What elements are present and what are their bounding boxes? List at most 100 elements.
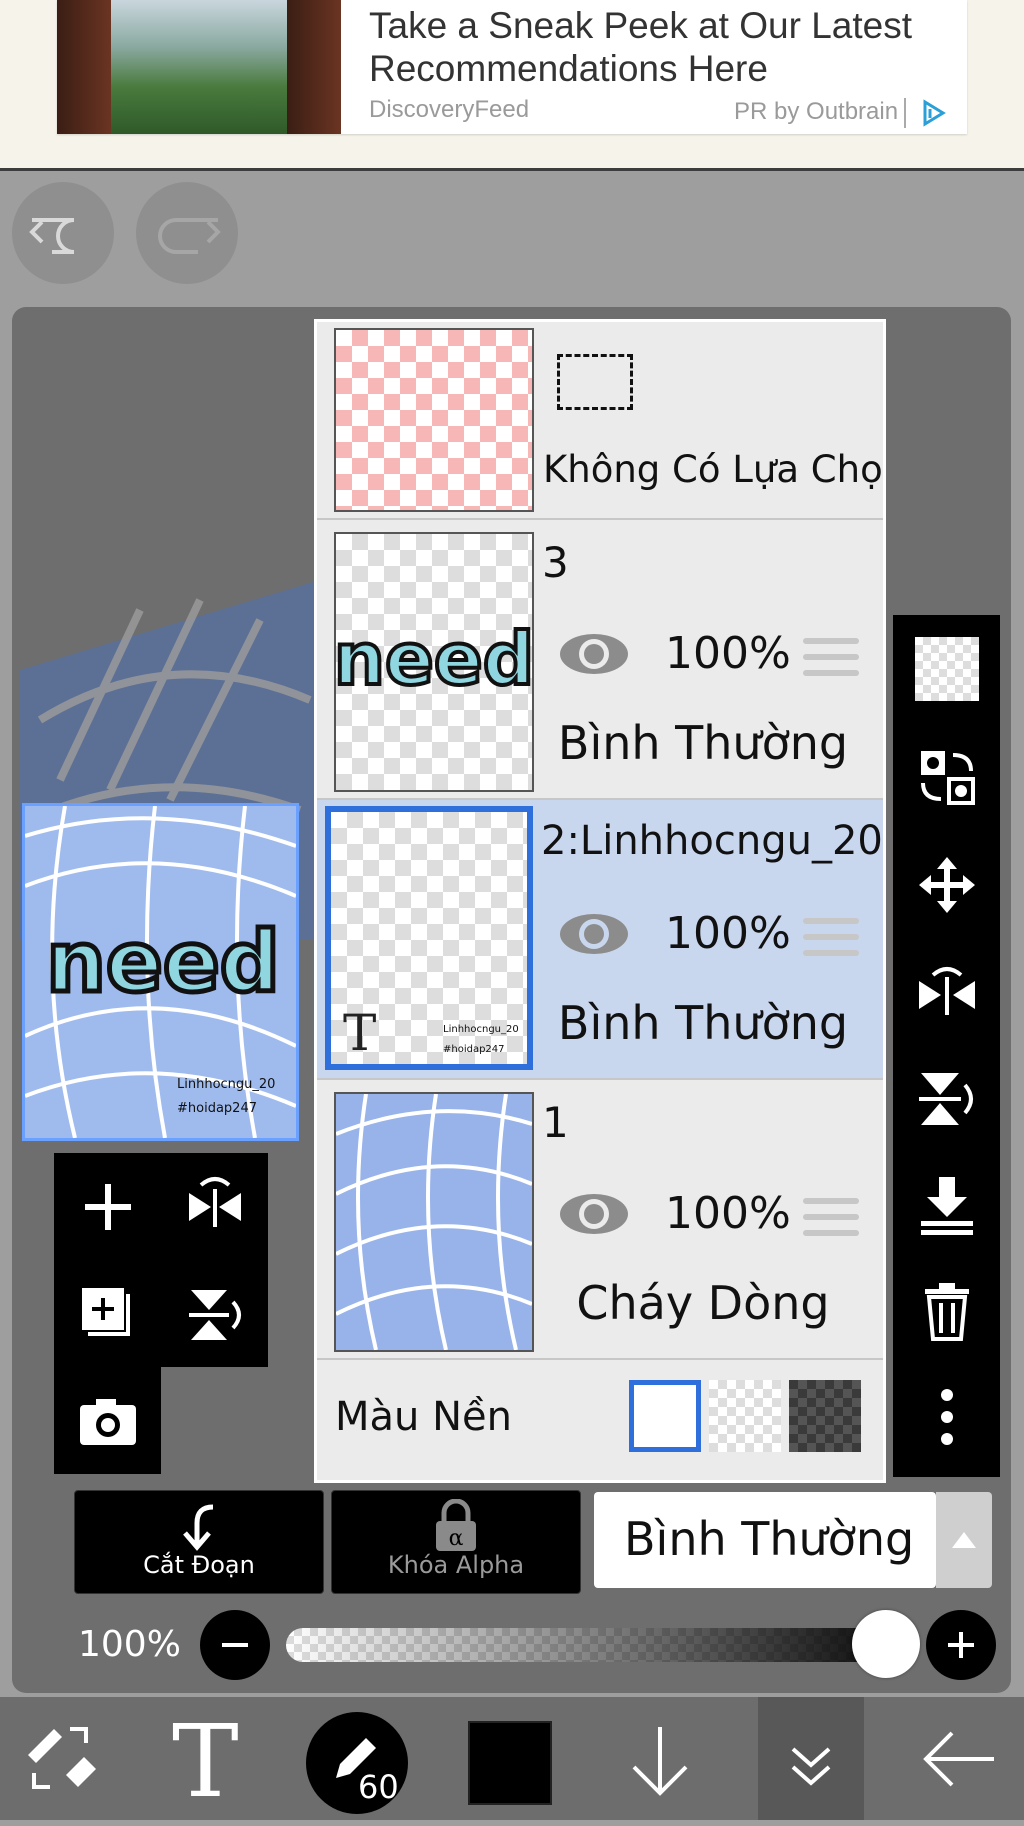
add-copy-icon xyxy=(82,1288,130,1336)
preview-artwork: need Linhhocngu_20 #hoidap247 xyxy=(25,806,296,1138)
camera-import-button[interactable] xyxy=(54,1367,161,1474)
triangle-up-icon xyxy=(952,1532,976,1548)
flip-vertical-icon[interactable] xyxy=(915,1067,979,1131)
redo-icon xyxy=(158,218,221,254)
add-copy-layer-button[interactable] xyxy=(54,1260,161,1367)
redo-button[interactable] xyxy=(136,182,238,284)
visibility-eye-icon[interactable] xyxy=(557,910,631,958)
layer-blend-mode: Bình Thường xyxy=(557,996,849,1050)
svg-text:#hoidap247: #hoidap247 xyxy=(177,1101,257,1116)
ad-banner[interactable]: Take a Sneak Peek at Our Latest Recommen… xyxy=(0,0,1024,171)
more-options-icon[interactable] xyxy=(915,1385,979,1449)
canvas-preview[interactable]: need Linhhocngu_20 #hoidap247 xyxy=(22,803,299,1141)
alpha-lock-label: Khóa Alpha xyxy=(387,1551,525,1579)
layer-transfer-icon[interactable] xyxy=(915,745,979,809)
ad-divider xyxy=(904,98,906,128)
scribble-pattern-thumb xyxy=(336,1094,532,1350)
ad-pr-label[interactable]: PR by Outbrain xyxy=(734,98,898,126)
plus-icon xyxy=(948,1632,974,1658)
flip-canvas-vertical-button[interactable] xyxy=(161,1260,268,1367)
merge-down-icon[interactable] xyxy=(915,1173,979,1237)
ad-card[interactable]: Take a Sneak Peek at Our Latest Recommen… xyxy=(57,0,967,134)
bottom-toolbar: T 60 xyxy=(0,1697,1024,1820)
move-icon[interactable] xyxy=(915,853,979,917)
opacity-value: 100% xyxy=(78,1624,181,1665)
layer-opacity: 100% xyxy=(665,908,791,959)
opacity-slider-thumb[interactable] xyxy=(852,1610,920,1678)
clipping-button[interactable]: Cắt Đoạn xyxy=(74,1490,324,1594)
minus-icon xyxy=(222,1643,248,1647)
add-layer-button[interactable] xyxy=(54,1153,161,1260)
layer-blend-mode: Cháy Dòng xyxy=(576,1276,830,1330)
plus-icon xyxy=(85,1184,131,1230)
alpha-lock-button[interactable]: α Khóa Alpha xyxy=(331,1490,581,1594)
layer-name: 1 xyxy=(542,1098,569,1147)
opacity-slider-track[interactable] xyxy=(286,1628,886,1662)
ad-thumbnail[interactable] xyxy=(57,0,341,134)
opacity-decrease-button[interactable] xyxy=(200,1610,270,1680)
selection-thumbnail xyxy=(334,328,534,512)
bg-white-option[interactable] xyxy=(629,1380,701,1452)
lock-icon: α xyxy=(436,1499,476,1551)
brush-size: 60 xyxy=(358,1768,399,1806)
visibility-eye-icon[interactable] xyxy=(557,630,631,678)
need-lettering-thumb: need xyxy=(336,615,532,703)
thumb-watermark-1: Linhhocngu_20 xyxy=(443,1024,519,1035)
undo-button[interactable] xyxy=(12,182,114,284)
drag-handle-icon[interactable] xyxy=(803,918,859,966)
no-selection-label: Không Có Lựa Chọn xyxy=(543,448,886,491)
flip-vertical-icon xyxy=(189,1290,241,1340)
thumb-watermark-2: #hoidap247 xyxy=(443,1044,505,1055)
layer-row-2-selected[interactable]: T Linhhocngu_20 #hoidap247 2:Linhhocngu_… xyxy=(317,800,883,1081)
clipping-arrow-icon xyxy=(183,1504,214,1551)
layer-3-thumbnail: need xyxy=(334,532,534,792)
selection-layer-row[interactable]: Không Có Lựa Chọn xyxy=(317,322,883,521)
layer-opacity: 100% xyxy=(665,1188,791,1239)
layer-row-1[interactable]: 1 100% Cháy Dòng xyxy=(317,1080,883,1361)
blend-mode-value: Bình Thường xyxy=(624,1512,915,1566)
camera-icon xyxy=(80,1399,136,1445)
new-transparent-layer-icon[interactable] xyxy=(915,637,979,701)
background-color-row: Màu Nền xyxy=(317,1360,883,1480)
layer-2-thumbnail: T Linhhocngu_20 #hoidap247 xyxy=(325,806,533,1070)
layer-blend-mode: Bình Thường xyxy=(557,716,849,770)
back-arrow-icon[interactable] xyxy=(916,1697,1000,1820)
blend-mode-dropdown-button[interactable] xyxy=(936,1492,992,1588)
ad-title[interactable]: Take a Sneak Peek at Our Latest Recommen… xyxy=(369,4,949,90)
svg-text:α: α xyxy=(449,1526,464,1551)
ad-thumb-door-right xyxy=(287,0,341,134)
bg-dark-checker-option[interactable] xyxy=(789,1380,861,1452)
ad-source: DiscoveryFeed xyxy=(369,96,530,123)
text-tool-icon[interactable]: T xyxy=(172,1703,239,1826)
ad-choices-icon[interactable] xyxy=(919,98,949,128)
undo-icon xyxy=(29,218,75,254)
brush-eraser-swap-icon[interactable] xyxy=(14,1697,106,1820)
text-layer-icon: T xyxy=(343,1004,377,1062)
layer-name: 2:Linhhocngu_20 xyxy=(541,818,883,864)
flip-canvas-horizontal-button[interactable] xyxy=(161,1153,268,1260)
flip-horizontal-icon xyxy=(189,1177,241,1227)
ad-thumb-door-left xyxy=(57,0,111,134)
layer-name: 3 xyxy=(542,538,569,587)
layer-row-3[interactable]: need 3 100% Bình Thường xyxy=(317,520,883,801)
drag-handle-icon[interactable] xyxy=(803,638,859,686)
svg-text:need: need xyxy=(46,913,280,1011)
blend-mode-select[interactable]: Bình Thường xyxy=(594,1492,992,1588)
layer-opacity: 100% xyxy=(665,628,791,679)
visibility-eye-icon[interactable] xyxy=(557,1190,631,1238)
arrow-down-icon[interactable] xyxy=(620,1697,700,1820)
brush-tool-button[interactable]: 60 xyxy=(306,1712,408,1814)
opacity-increase-button[interactable] xyxy=(926,1610,996,1680)
drag-handle-icon[interactable] xyxy=(803,1198,859,1246)
clipping-label: Cắt Đoạn xyxy=(143,1551,255,1579)
double-chevron-down-icon[interactable] xyxy=(771,1697,851,1820)
selection-marquee-icon xyxy=(557,354,633,410)
layer-panel: Không Có Lựa Chọn need 3 100% Bình Thườn… xyxy=(314,319,886,1483)
flip-horizontal-icon[interactable] xyxy=(915,961,979,1025)
bg-transparent-option[interactable] xyxy=(709,1380,781,1452)
background-label: Màu Nền xyxy=(335,1394,512,1440)
svg-text:need: need xyxy=(336,617,532,701)
right-toolbar xyxy=(893,615,1000,1477)
color-swatch[interactable] xyxy=(468,1721,552,1805)
delete-layer-icon[interactable] xyxy=(915,1279,979,1343)
